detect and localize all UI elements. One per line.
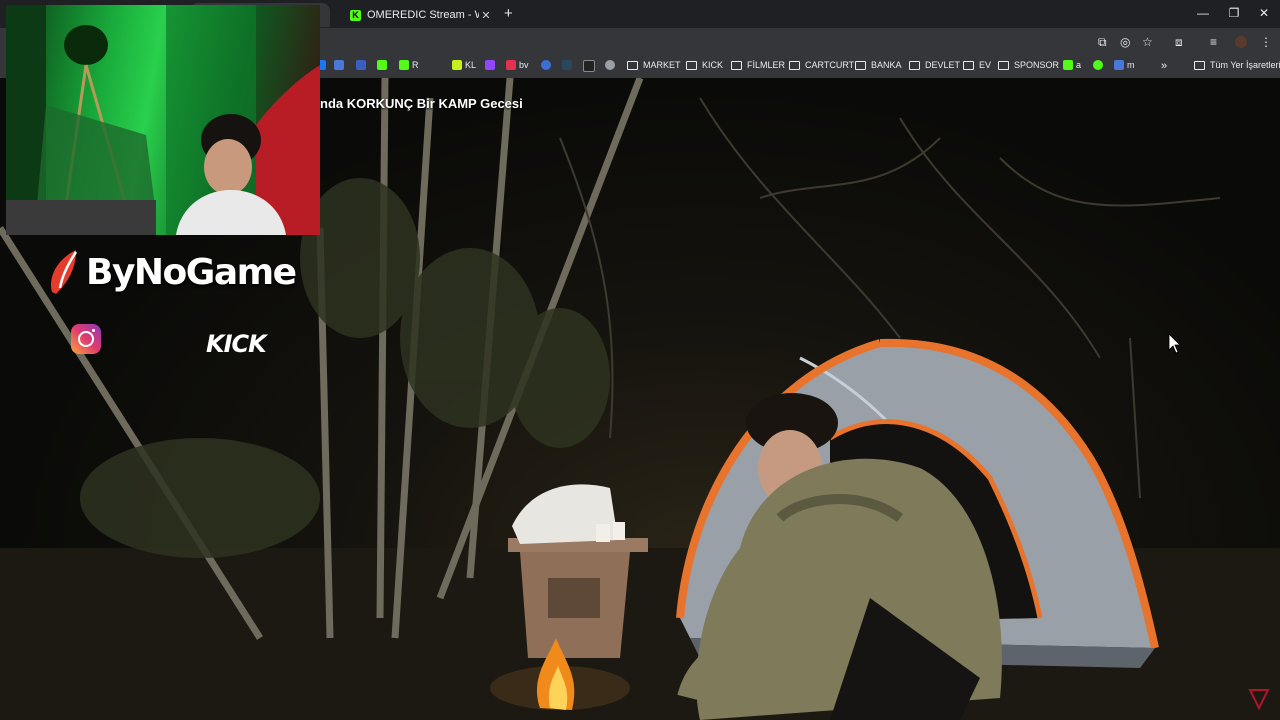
instagram-icon	[71, 324, 101, 354]
menu-kebab-icon[interactable]: ⋮	[1260, 35, 1272, 49]
tab-close-icon[interactable]: ✕	[479, 9, 493, 22]
media-queue-icon[interactable]: ≡	[1210, 35, 1217, 49]
new-tab-icon[interactable]: +	[504, 5, 513, 22]
kick-logo: KICK	[206, 330, 267, 358]
steam-icon[interactable]	[562, 60, 575, 70]
bookmark-icon-6[interactable]	[583, 60, 598, 72]
bookmark-a[interactable]: a	[1063, 60, 1081, 70]
food-bags	[512, 484, 625, 544]
close-window-icon[interactable]: ✕	[1254, 6, 1274, 20]
bookmark-m[interactable]: m	[1114, 60, 1135, 70]
kick-logo-text: KICK	[206, 330, 267, 358]
bynogame-logo-text: ByNoGame	[86, 251, 297, 293]
folder-all-bookmarks[interactable]: Tüm Yer İşaretleri	[1194, 60, 1280, 70]
eye-off-icon[interactable]: ◎	[1120, 35, 1130, 49]
folder-market[interactable]: MARKET	[627, 60, 681, 70]
cast-icon[interactable]: ⧉	[1098, 35, 1107, 50]
folder-ev[interactable]: EV	[963, 60, 991, 70]
extensions-icon[interactable]: ⧈	[1175, 35, 1183, 50]
bookmark-star-icon[interactable]: ☆	[1142, 35, 1153, 49]
bynogame-mark-icon	[51, 250, 78, 294]
bookmark-icon-3[interactable]	[356, 60, 369, 70]
bookmark-bv[interactable]: bv	[506, 60, 529, 70]
folder-filmler[interactable]: FİLMLER	[731, 60, 785, 70]
tab-title: OMEREDIC Stream - Watch Live	[367, 9, 479, 21]
foliage	[80, 178, 610, 558]
folder-sponsor[interactable]: SPONSOR	[998, 60, 1059, 70]
bookmark-icon-2[interactable]	[334, 60, 347, 70]
folder-cartcurt[interactable]: CARTCURT	[789, 60, 854, 70]
video-title: nda KORKUNÇ Bir KAMP Gecesi	[320, 96, 523, 111]
bynogame-logo: ByNoGame	[46, 248, 297, 296]
kick-favicon-icon: K	[350, 9, 361, 21]
tab-omeredic-stream[interactable]: K OMEREDIC Stream - Watch Live ✕	[340, 3, 500, 27]
globe-icon[interactable]	[605, 60, 618, 70]
bookmark-icon-4[interactable]	[377, 60, 390, 70]
bookmark-kl[interactable]: KL	[452, 60, 476, 70]
bookmark-icon-5[interactable]	[541, 60, 554, 70]
folder-devlet[interactable]: DEVLET	[909, 60, 960, 70]
mouse-cursor	[1168, 333, 1181, 354]
folder-kick[interactable]: KICK	[686, 60, 723, 70]
bookmark-icon-7[interactable]	[1093, 60, 1106, 70]
folder-banka[interactable]: BANKA	[855, 60, 902, 70]
restore-icon[interactable]: ❐	[1224, 6, 1244, 20]
bookmark-r[interactable]: R	[399, 60, 419, 70]
profile-avatar[interactable]	[1235, 36, 1247, 48]
minimize-icon[interactable]: —	[1193, 6, 1213, 20]
bookmarks-overflow-icon[interactable]: »	[1161, 60, 1167, 72]
webcam-overlay	[6, 5, 320, 235]
twitch-icon[interactable]	[485, 60, 498, 70]
webcam-scene	[6, 5, 320, 235]
